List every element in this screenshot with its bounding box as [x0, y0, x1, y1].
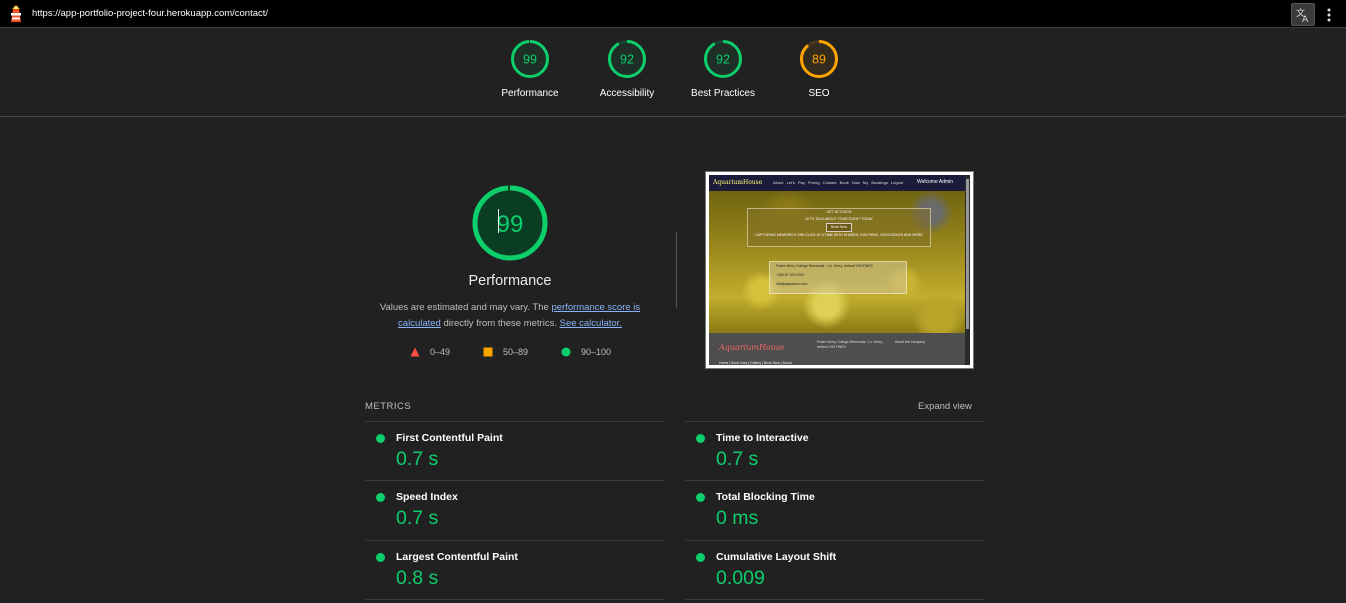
metric-value: 0.7 s	[396, 507, 439, 529]
legend-average: 50–89	[483, 345, 528, 359]
performance-score: 99	[497, 211, 524, 238]
metric-name: Cumulative Layout Shift	[716, 551, 837, 563]
metric-first-contentful-paint: First Contentful Paint 0.7 s	[365, 421, 665, 481]
circle-icon	[561, 347, 571, 357]
metric-total-blocking-time: Total Blocking Time 0 ms	[685, 480, 985, 540]
gauge-best-practices[interactable]: 92 Best Practices	[673, 39, 773, 99]
gauge-label: SEO	[808, 88, 830, 99]
thumb-book-button: Book Now	[826, 223, 852, 232]
legend-range: 90–100	[581, 347, 612, 357]
metric-time-to-interactive: Time to Interactive 0.7 s	[685, 421, 985, 481]
gauge-label: Performance	[501, 88, 559, 99]
score-gauge: 99	[511, 40, 549, 78]
thumb-footer: AquariumHouse Fedex Kerry College Remova…	[709, 333, 970, 365]
gauge-seo[interactable]: 89 SEO	[769, 39, 869, 99]
pass-circle-icon	[696, 553, 705, 562]
lighthouse-icon	[8, 5, 24, 23]
pass-circle-icon	[376, 493, 385, 502]
metric-cumulative-layout-shift: Cumulative Layout Shift 0.009	[685, 540, 985, 600]
score-gauge: 89	[800, 40, 838, 78]
score-gauge: 92	[608, 40, 646, 78]
metric-value: 0 ms	[716, 507, 759, 529]
score-summary: 99 Performance 92 Accessibility 92 Best …	[0, 28, 1346, 117]
legend-range: 50–89	[503, 347, 529, 357]
pass-circle-icon	[696, 493, 705, 502]
metrics-divider	[365, 599, 665, 600]
thumb-hero-line: GET IN TOUCH	[826, 210, 852, 214]
thumb-phone: +353 87 000 0000	[776, 273, 805, 277]
metrics-divider	[685, 599, 985, 600]
thumb-footer-brand: AquariumHouse	[719, 343, 785, 352]
gauge-label: Accessibility	[599, 88, 655, 99]
see-calculator-link[interactable]: See calculator.	[560, 318, 622, 329]
desc-text-mid: directly from these metrics.	[440, 318, 560, 329]
thumb-footer-address: Fedex Kerry College Removals, Co. Kerry,…	[817, 340, 883, 349]
metric-value: 0.8 s	[396, 567, 439, 589]
metric-largest-contentful-paint: Largest Contentful Paint 0.8 s	[365, 540, 665, 600]
metric-speed-index: Speed Index 0.7 s	[365, 480, 665, 540]
metric-name: Time to Interactive	[716, 432, 809, 444]
legend-range: 0–49	[430, 347, 451, 357]
score-gauge: 92	[704, 40, 742, 78]
pass-circle-icon	[376, 434, 385, 443]
gauge-score: 89	[812, 53, 826, 67]
gauge-score: 92	[620, 53, 634, 67]
text-cursor	[498, 209, 499, 233]
metric-name: Largest Contentful Paint	[396, 551, 518, 563]
thumb-footer-about: About the company	[895, 340, 926, 344]
metric-name: First Contentful Paint	[396, 432, 503, 444]
thumb-footer-links: Home | Book Now | Gallery | Book Now | A…	[719, 361, 792, 365]
metric-name: Speed Index	[396, 491, 458, 503]
metric-value: 0.7 s	[716, 448, 759, 470]
legend-fail: 0–49	[410, 345, 450, 359]
thumb-address: Fedex Kerry College Removals · Co. Kerry…	[776, 264, 873, 268]
thumb-email: info@aquarium.com	[776, 282, 808, 286]
translate-icon[interactable]: 文 A	[1291, 3, 1315, 26]
triangle-icon	[410, 347, 420, 357]
pass-circle-icon	[376, 553, 385, 562]
thumb-hero-line: CAPTURING MEMORIES ONE CLICK AT A TIME W…	[755, 233, 923, 237]
gauge-performance[interactable]: 99 Performance	[480, 39, 580, 99]
thumb-welcome: Welcome Admin	[917, 179, 954, 185]
url-bar: https://app-portfolio-project-four.herok…	[0, 0, 1346, 28]
performance-gauge: 99	[470, 183, 550, 263]
performance-title: Performance	[468, 273, 552, 289]
gauge-accessibility[interactable]: 92 Accessibility	[577, 39, 677, 99]
final-screenshot[interactable]: AquariumHouse About Let's Pay Prolog Con…	[705, 171, 974, 369]
thumb-navbar: AquariumHouse About Let's Pay Prolog Con…	[709, 175, 970, 191]
svg-text:A: A	[1302, 15, 1309, 23]
page-url[interactable]: https://app-portfolio-project-four.herok…	[32, 8, 268, 19]
metrics-header: METRICS	[365, 401, 412, 412]
desc-text: Values are estimated and may vary. The	[379, 302, 552, 313]
metric-value: 0.7 s	[396, 448, 439, 470]
metric-name: Total Blocking Time	[716, 491, 815, 503]
thumb-contact-box: Fedex Kerry College Removals · Co. Kerry…	[769, 261, 907, 294]
thumb-scrollbar	[965, 175, 970, 365]
gauge-label: Best Practices	[691, 88, 755, 99]
legend-pass: 90–100	[561, 345, 611, 359]
expand-view-toggle[interactable]: Expand view	[918, 401, 972, 412]
pass-circle-icon	[696, 434, 705, 443]
thumb-brand: AquariumHouse	[713, 179, 763, 186]
thumb-hero-box: GET IN TOUCH LET'S TALK ABOUT YOUR EVENT…	[747, 208, 931, 247]
thumb-nav-links: About Let's Pay Prolog Contact Book Now …	[773, 180, 904, 185]
metric-value: 0.009	[716, 567, 765, 589]
gauge-score: 99	[523, 53, 537, 67]
gauge-score: 92	[716, 53, 730, 67]
divider	[676, 232, 677, 308]
performance-description: Values are estimated and may vary. The p…	[370, 300, 650, 332]
thumb-hero-line: LET'S TALK ABOUT YOUR EVENT TODAY	[805, 217, 873, 221]
more-vert-icon[interactable]	[1320, 3, 1338, 26]
square-icon	[483, 347, 493, 357]
